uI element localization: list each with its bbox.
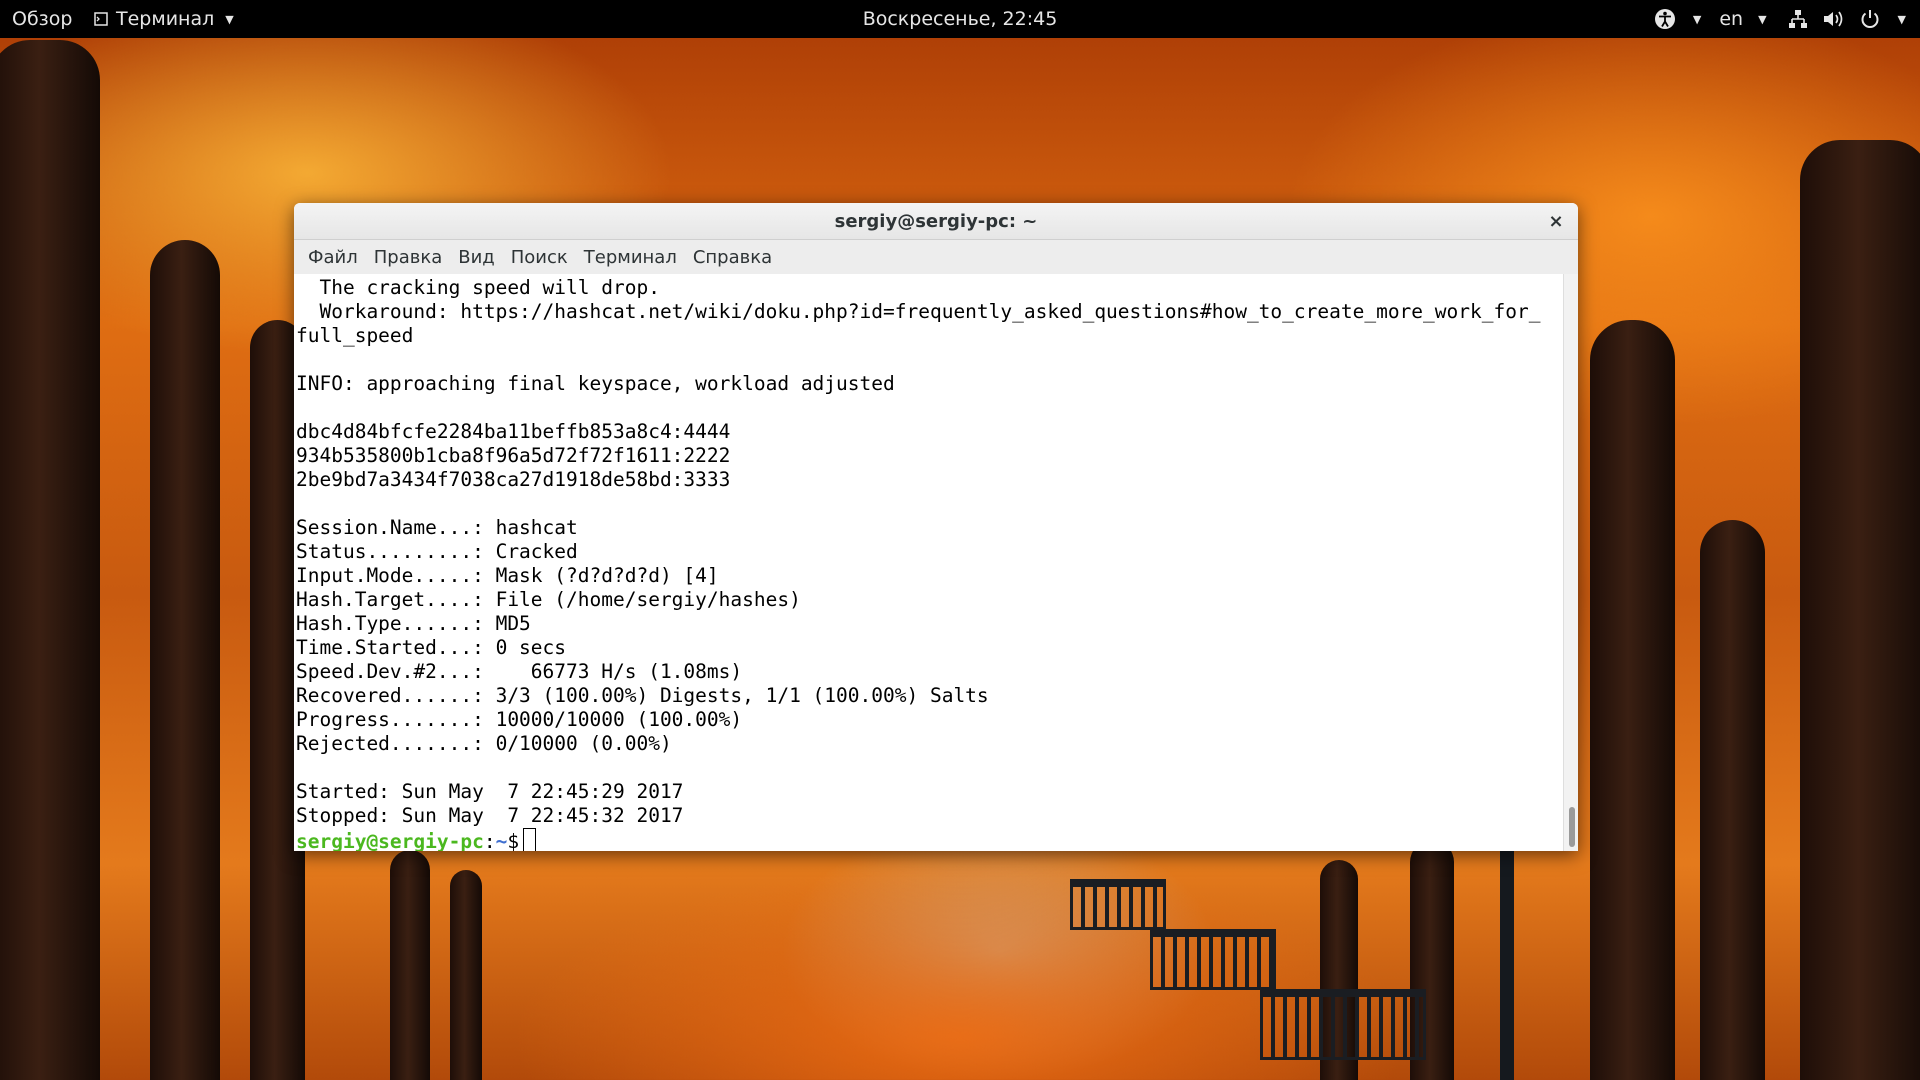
- system-tray: ▼ en ▼ ▼: [1652, 6, 1906, 32]
- park-bench: [1260, 989, 1426, 1060]
- close-icon: ×: [1548, 210, 1564, 232]
- prompt-path: ~: [495, 830, 508, 851]
- chevron-down-icon: ▼: [1897, 12, 1906, 26]
- park-bench: [1070, 879, 1166, 930]
- terminal-line: Workaround: https://hashcat.net/wiki/dok…: [296, 300, 1541, 323]
- terminal-line: The cracking speed will drop.: [296, 276, 660, 299]
- system-menu[interactable]: ▼: [1785, 6, 1906, 32]
- menu-bar: Файл Правка Вид Поиск Терминал Справка: [294, 240, 1578, 275]
- terminal-icon: [92, 10, 110, 28]
- app-menu-label: Терминал: [116, 8, 215, 30]
- tree-trunk: [1590, 320, 1675, 1080]
- accessibility-menu[interactable]: ▼: [1652, 6, 1701, 32]
- clock[interactable]: Воскресенье, 22:45: [863, 8, 1058, 30]
- menu-search[interactable]: Поиск: [503, 247, 576, 268]
- menu-help[interactable]: Справка: [685, 247, 780, 268]
- menu-view[interactable]: Вид: [450, 247, 503, 268]
- menu-terminal[interactable]: Терминал: [576, 247, 685, 268]
- prompt-symbol: $: [507, 830, 520, 851]
- chevron-down-icon: ▼: [1758, 12, 1767, 26]
- terminal-line: Speed.Dev.#2...: 66773 H/s (1.08ms): [296, 660, 743, 683]
- terminal-line: 934b535800b1cba8f96a5d72f72f1611:2222: [296, 444, 731, 467]
- park-bench: [1150, 929, 1276, 990]
- terminal-line: Progress.......: 10000/10000 (100.00%): [296, 708, 743, 731]
- tree-trunk: [390, 850, 430, 1080]
- volume-icon: [1821, 6, 1847, 32]
- terminal-line: Rejected.......: 0/10000 (0.00%): [296, 732, 672, 755]
- tree-trunk: [0, 40, 100, 1080]
- terminal-line: Stopped: Sun May 7 22:45:32 2017: [296, 804, 684, 827]
- chevron-down-icon: ▼: [225, 12, 234, 26]
- terminal-line: Hash.Target....: File (/home/sergiy/hash…: [296, 588, 801, 611]
- text-cursor: [523, 828, 537, 851]
- tree-trunk: [450, 870, 482, 1080]
- menu-file[interactable]: Файл: [300, 247, 366, 268]
- close-button[interactable]: ×: [1544, 209, 1568, 233]
- scrollbar-thumb[interactable]: [1569, 807, 1575, 847]
- keyboard-layout-menu[interactable]: en ▼: [1719, 8, 1766, 30]
- terminal-output[interactable]: The cracking speed will drop. Workaround…: [294, 274, 1564, 851]
- window-titlebar[interactable]: sergiy@sergiy-pc: ~ ×: [294, 203, 1578, 240]
- window-title: sergiy@sergiy-pc: ~: [834, 210, 1038, 232]
- keyboard-layout-label: en: [1719, 8, 1744, 30]
- tree-trunk: [1800, 140, 1920, 1080]
- prompt-user: sergiy@sergiy-pc: [296, 830, 484, 851]
- terminal-line: INFO: approaching final keyspace, worklo…: [296, 372, 895, 395]
- terminal-line: Hash.Type......: MD5: [296, 612, 531, 635]
- power-icon: [1857, 6, 1883, 32]
- accessibility-icon: [1652, 6, 1678, 32]
- chevron-down-icon: ▼: [1692, 12, 1702, 26]
- terminal-line: dbc4d84bfcfe2284ba11beffb853a8c4:4444: [296, 420, 731, 443]
- top-bar: Обзор Терминал ▼ Воскресенье, 22:45 ▼ en…: [0, 0, 1920, 38]
- terminal-line: full_speed: [296, 324, 414, 347]
- terminal-line: Time.Started...: 0 secs: [296, 636, 567, 659]
- tree-trunk: [150, 240, 220, 1080]
- street-lamp: [1500, 830, 1514, 1080]
- terminal-line: 2be9bd7a3434f7038ca27d1918de58bd:3333: [296, 468, 731, 491]
- terminal-line: Recovered......: 3/3 (100.00%) Digests, …: [296, 684, 989, 707]
- activities-button[interactable]: Обзор: [12, 8, 72, 30]
- menu-edit[interactable]: Правка: [366, 247, 451, 268]
- prompt-separator: :: [483, 830, 496, 851]
- network-icon: [1785, 6, 1811, 32]
- shell-prompt[interactable]: sergiy@sergiy-pc:~$: [296, 828, 1562, 851]
- scrollbar[interactable]: [1563, 274, 1578, 851]
- terminal-line: Session.Name...: hashcat: [296, 516, 578, 539]
- terminal-window: sergiy@sergiy-pc: ~ × Файл Правка Вид По…: [294, 203, 1578, 851]
- terminal-line: Status.........: Cracked: [296, 540, 578, 563]
- activities-label: Обзор: [12, 8, 73, 30]
- tree-trunk: [1700, 520, 1765, 1080]
- terminal-line: Started: Sun May 7 22:45:29 2017: [296, 780, 684, 803]
- terminal-line: Input.Mode.....: Mask (?d?d?d?d) [4]: [296, 564, 719, 587]
- app-menu-button[interactable]: Терминал ▼: [92, 8, 234, 30]
